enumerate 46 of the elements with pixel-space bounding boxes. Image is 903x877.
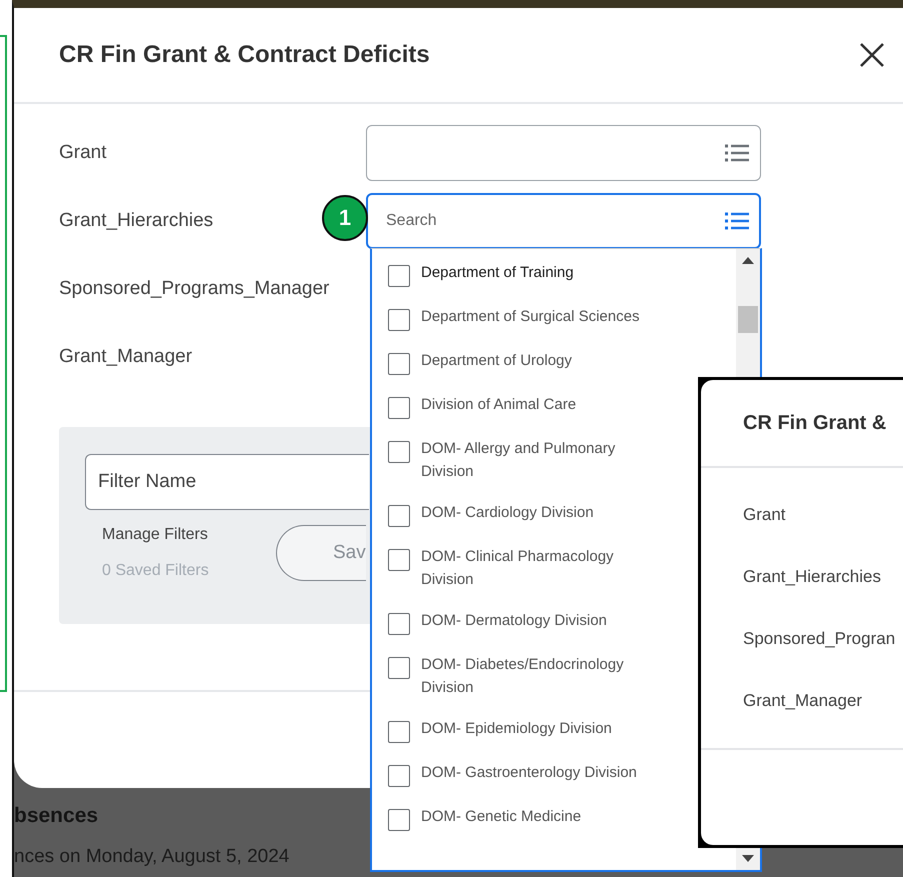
field-label: Grant_Hierarchies	[59, 210, 214, 232]
checkbox[interactable]	[388, 765, 410, 787]
field-label: Grant_Hierarchies	[743, 566, 882, 588]
checkbox[interactable]	[388, 657, 410, 679]
scroll-up-icon[interactable]	[742, 257, 754, 264]
checkbox[interactable]	[388, 309, 410, 331]
checkbox[interactable]	[388, 721, 410, 743]
list-option[interactable]: DOM- Epidemiology Division	[388, 708, 612, 752]
checkbox[interactable]	[388, 353, 410, 375]
list-option[interactable]: Division of Animal Care	[388, 384, 576, 428]
saved-filters-count: 0 Saved Filters	[102, 562, 209, 580]
list-option[interactable]: Department of Surgical Sciences	[388, 296, 640, 340]
checkbox[interactable]	[388, 505, 410, 527]
section-heading: bsences	[14, 804, 98, 828]
section-subtitle: nces on Monday, August 5, 2024	[14, 846, 290, 868]
list-option[interactable]: Department of Urology	[388, 340, 572, 384]
scroll-thumb[interactable]	[738, 306, 758, 333]
checkbox[interactable]	[388, 441, 410, 463]
list-icon[interactable]	[725, 211, 749, 231]
list-option[interactable]: Department of Training	[388, 252, 574, 296]
field-label: Sponsored_Progran	[743, 628, 896, 650]
filter-name-field[interactable]: Filter Name	[85, 454, 369, 510]
manage-filters-link[interactable]: Manage Filters	[102, 526, 209, 544]
list-option[interactable]: DOM- Genetic Medicine	[388, 796, 582, 840]
checkbox[interactable]	[388, 397, 410, 419]
field-label: Grant_Manager	[743, 690, 864, 712]
dialog-title: CR Fin Grant & Contract Deficits	[59, 41, 430, 69]
checkbox[interactable]	[388, 549, 410, 571]
list-option[interactable]: DOM- Clinical Pharmacology Division	[388, 536, 646, 600]
list-option[interactable]: DOM- Cardiology Division	[388, 492, 594, 536]
search-field[interactable]: Search	[366, 193, 761, 249]
checkbox[interactable]	[388, 809, 410, 831]
checkbox[interactable]	[388, 265, 410, 287]
dialog-title: CR Fin Grant &	[743, 412, 886, 434]
list-icon[interactable]	[725, 143, 749, 163]
lookup-field[interactable]	[366, 125, 761, 181]
list-option[interactable]: DOM- Diabetes/Endocrinology Division	[388, 644, 646, 708]
field-label: Grant	[59, 142, 107, 164]
field-label: Sponsored_Programs_Manager	[59, 278, 330, 300]
field-label: Grant_Manager	[59, 346, 192, 368]
checkbox[interactable]	[388, 613, 410, 635]
list-option[interactable]: DOM- Dermatology Division	[388, 600, 607, 644]
list-option[interactable]: DOM- Gastroenterology Division	[388, 752, 637, 796]
field-label: Grant	[743, 504, 787, 526]
list-option[interactable]: DOM- Allergy and Pulmonary Division	[388, 428, 646, 492]
scroll-down-icon[interactable]	[742, 855, 754, 862]
